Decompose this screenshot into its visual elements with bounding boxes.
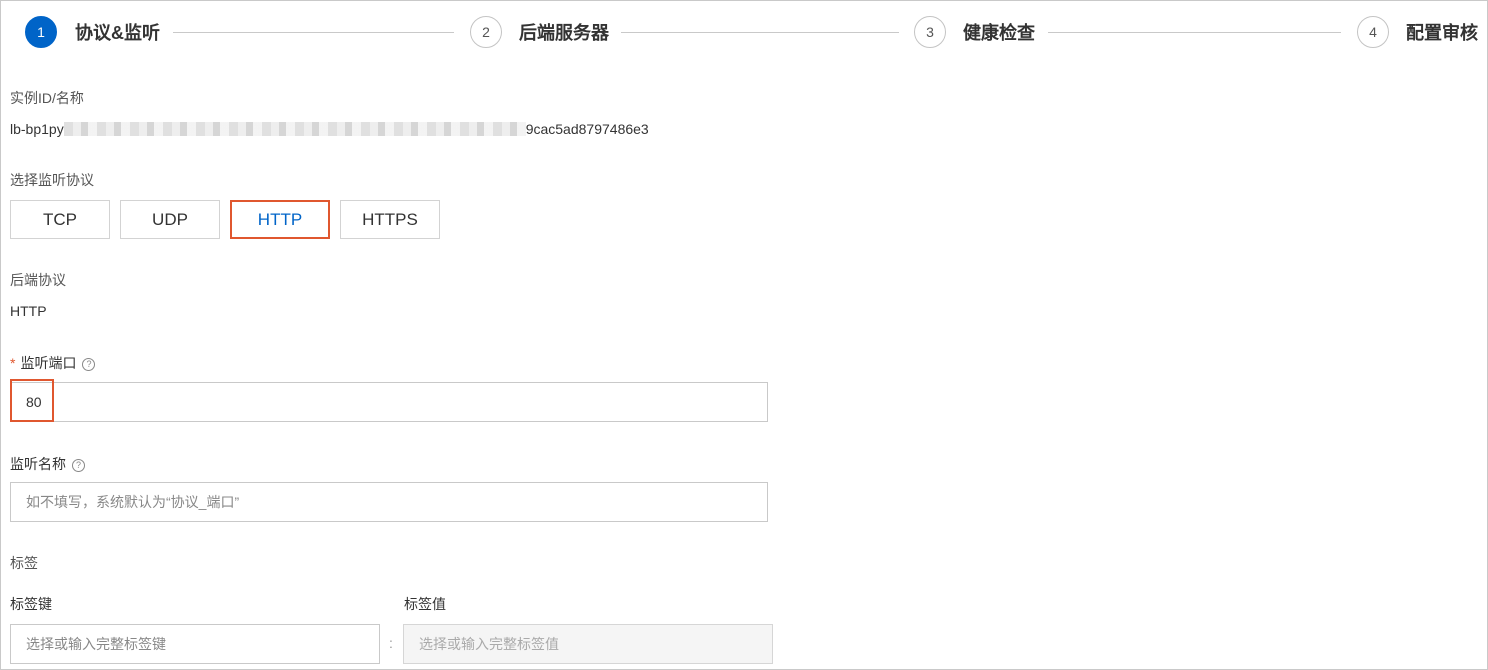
listen-name-placeholder: 如不填写，系统默认为“协议_端口”: [26, 494, 240, 510]
protocol-http-button[interactable]: HTTP: [230, 200, 330, 239]
listen-name-label: 监听名称: [10, 456, 66, 472]
step-3-number[interactable]: 3: [914, 16, 946, 48]
question-circle-icon[interactable]: ?: [72, 459, 85, 472]
listen-port-label-row: * 监听端口?: [10, 354, 96, 372]
instance-id: lb-bp1py 9cac5ad8797486e3: [10, 120, 649, 138]
tags-label: 标签: [10, 555, 38, 571]
backend-protocol-value: HTTP: [10, 303, 47, 319]
step-4-number[interactable]: 4: [1357, 16, 1389, 48]
protocol-https-button[interactable]: HTTPS: [340, 200, 440, 239]
listener-protocol-label: 选择监听协议: [10, 172, 94, 188]
tag-key-input[interactable]: 选择或输入完整标签键: [10, 624, 380, 664]
step-connector: [173, 32, 454, 33]
backend-protocol-label: 后端协议: [10, 272, 66, 288]
step-4-title[interactable]: 配置审核: [1406, 22, 1478, 44]
step-1-title[interactable]: 协议&监听: [75, 22, 160, 44]
wizard-stepper: 1 协议&监听 2 后端服务器 3 健康检查 4 配置审核: [0, 0, 1488, 68]
listen-port-label: 监听端口: [20, 355, 77, 371]
tag-value-input[interactable]: 选择或输入完整标签值: [403, 624, 773, 664]
tag-value-placeholder: 选择或输入完整标签值: [419, 636, 559, 652]
step-3-title[interactable]: 健康检查: [963, 22, 1035, 44]
listen-name-label-row: 监听名称?: [10, 455, 85, 473]
port-highlight-box: [10, 379, 54, 422]
instance-id-masked: [63, 122, 526, 136]
instance-id-prefix: lb-bp1py: [10, 121, 64, 137]
tag-key-label: 标签键: [10, 596, 52, 612]
required-mark: *: [10, 355, 16, 371]
tag-key-placeholder: 选择或输入完整标签键: [26, 636, 166, 652]
step-connector: [1048, 32, 1341, 33]
step-2-title[interactable]: 后端服务器: [519, 22, 609, 44]
step-connector: [621, 32, 899, 33]
instance-id-suffix: 9cac5ad8797486e3: [525, 121, 649, 137]
protocol-udp-button[interactable]: UDP: [120, 200, 220, 239]
listen-name-input[interactable]: 如不填写，系统默认为“协议_端口”: [10, 482, 768, 522]
instance-label: 实例ID/名称: [10, 90, 84, 106]
page-frame: [0, 0, 1488, 670]
listen-port-input[interactable]: 80: [10, 382, 768, 422]
tag-separator: :: [389, 635, 393, 651]
protocol-tcp-button[interactable]: TCP: [10, 200, 110, 239]
step-1-number[interactable]: 1: [25, 16, 57, 48]
question-circle-icon[interactable]: ?: [82, 358, 96, 371]
tag-value-label: 标签值: [404, 596, 446, 612]
step-2-number[interactable]: 2: [470, 16, 502, 48]
